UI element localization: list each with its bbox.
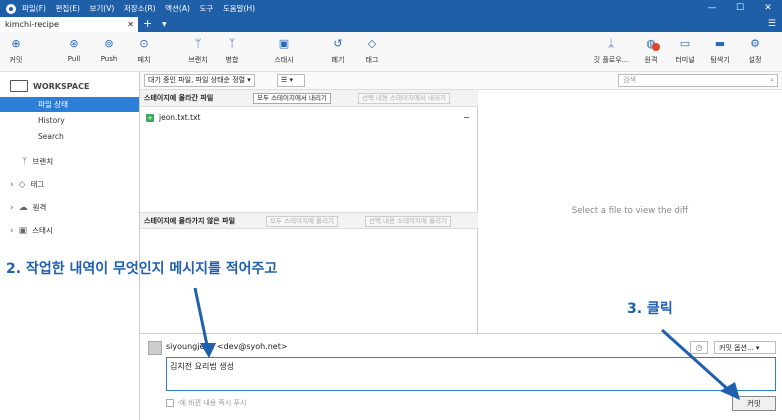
unstage-all-button[interactable]: 모두 스테이지에서 내리기 <box>253 93 331 104</box>
explorer-toolbar-button[interactable]: ▬ 탐색기 <box>700 37 740 65</box>
monitor-icon <box>10 80 28 92</box>
hamburger-menu-icon[interactable]: ☰ <box>768 17 776 32</box>
gitflow-toolbar-button[interactable]: ᛦ깃 플로우... <box>588 37 634 65</box>
gitflow-icon: ᛦ <box>607 37 615 50</box>
tab-kimchi-recipe[interactable]: kimchi-recipe ✕ <box>0 17 138 32</box>
unstaged-title: 스테이지에 올라가지 않은 파일 <box>144 217 236 225</box>
sidebar: WORKSPACE 파일 상태 History Search ᛘ 브랜치 › ◇ 태그… <box>0 72 140 420</box>
remote-badge-icon <box>652 43 660 51</box>
menu-tools[interactable]: 도구 <box>199 4 213 13</box>
push-immediately-checkbox[interactable]: -에 바뀐 내용 즉시 푸시 <box>166 398 246 408</box>
annotation-step2: 2. 작업한 내역이 무엇인지 메시지를 적어주고 <box>6 261 278 277</box>
sidebar-group-stashes[interactable]: › ▣ 스태시 <box>10 225 53 236</box>
sidebar-group-tags[interactable]: › ◇ 태그 <box>10 179 44 190</box>
branch-icon: ᛘ <box>194 37 202 50</box>
stash-icon: ▣ <box>278 37 290 50</box>
tag-icon: ◇ <box>18 179 26 190</box>
stash-toolbar-button[interactable]: ▣ 스태시 <box>264 37 304 65</box>
workspace-header: WORKSPACE <box>10 80 89 92</box>
search-icon: ⌕ <box>770 76 774 84</box>
stash-icon: ▣ <box>18 225 28 236</box>
added-file-icon: + <box>146 113 154 122</box>
discard-icon: ↺ <box>333 37 343 50</box>
staged-file-row[interactable]: + jeon.txt.txt − <box>146 113 470 122</box>
push-icon: ⊚ <box>104 37 114 50</box>
chevron-right-icon: › <box>10 202 14 213</box>
cloud-icon: ☁ <box>18 202 28 213</box>
commit-icon: ⊕ <box>11 37 21 50</box>
chevron-right-icon: › <box>10 179 14 190</box>
tab-bar: kimchi-recipe ✕ + ▼ ☰ <box>0 17 782 32</box>
new-tab-button[interactable]: + <box>143 17 152 31</box>
remote-icon: ◍ <box>644 37 660 51</box>
staging-pane: 스테이지에 올라간 파일 모두 스테이지에서 내리기 선택 내용 스테이지에서 … <box>140 90 478 333</box>
terminal-toolbar-button[interactable]: ▭ 터미널 <box>665 37 705 65</box>
sidebar-item-history[interactable]: History <box>0 113 139 128</box>
tab-dropdown-icon[interactable]: ▼ <box>162 17 167 32</box>
diff-view: Select a file to view the diff <box>571 206 689 216</box>
branch-icon: ᛘ <box>22 156 28 167</box>
push-toolbar-button[interactable]: ⊚ Push <box>89 37 129 63</box>
chevron-right-icon: › <box>10 225 14 236</box>
filter-bar: 대기 중인 파일, 파일 상태순 정렬 ▾ ☰ ▾ 검색 ⌕ <box>140 72 782 90</box>
checkbox-icon <box>166 399 174 407</box>
file-filter-select[interactable]: 대기 중인 파일, 파일 상태순 정렬 ▾ <box>144 74 255 87</box>
stage-selected-button[interactable]: 선택 내용 스테이지에 올리기 <box>365 216 451 227</box>
menu-repository[interactable]: 저장소(R) <box>124 4 156 13</box>
menu-actions[interactable]: 액션(A) <box>165 4 190 13</box>
toolbar: ⊕ 커밋 ⊛ Pull ⊚ Push ⊙ 패치 ᛘ 브랜치 ᛉ 병합 ▣ 스태시 ↺ 폐기 ◇ 태… <box>0 32 782 72</box>
merge-toolbar-button[interactable]: ᛉ 병합 <box>212 37 252 65</box>
sourcetree-logo-icon <box>6 3 16 14</box>
terminal-icon: ▭ <box>679 37 691 50</box>
unstage-selected-button[interactable]: 선택 내용 스테이지에서 내리기 <box>358 93 450 104</box>
pull-toolbar-button[interactable]: ⊛ Pull <box>54 37 94 63</box>
commit-author: siyoungjeon <dev@syoh.net> <box>166 342 288 351</box>
minimize-button[interactable]: — <box>698 0 726 17</box>
commit-toolbar-button[interactable]: ⊕ 커밋 <box>0 37 36 65</box>
settings-toolbar-button[interactable]: ⚙ 설정 <box>735 37 775 65</box>
sidebar-item-search[interactable]: Search <box>0 129 139 144</box>
search-input[interactable]: 검색 ⌕ <box>618 74 778 87</box>
view-mode-select[interactable]: ☰ ▾ <box>277 74 305 87</box>
tab-label: kimchi-recipe <box>5 20 59 29</box>
commit-panel: siyoungjeon <dev@syoh.net> ◷ 커밋 옵션... ▾ … <box>140 333 782 420</box>
clock-icon[interactable]: ◷ <box>690 341 708 354</box>
annotation-step3: 3. 클릭 <box>627 301 673 317</box>
staged-header: 스테이지에 올라간 파일 모두 스테이지에서 내리기 선택 내용 스테이지에서 … <box>140 90 478 107</box>
menu-view[interactable]: 보기(V) <box>89 4 114 13</box>
title-bar: 파일(F) 편집(E) 보기(V) 저장소(R) 액션(A) 도구 도움말(H)… <box>0 0 782 17</box>
fetch-toolbar-button[interactable]: ⊙ 패치 <box>124 37 164 65</box>
menu-file[interactable]: 파일(F) <box>22 4 46 13</box>
sidebar-group-branches[interactable]: ᛘ 브랜치 <box>22 156 53 167</box>
avatar <box>148 341 162 355</box>
commit-options-select[interactable]: 커밋 옵션... ▾ <box>714 341 776 354</box>
staged-file-name: jeon.txt.txt <box>159 113 201 122</box>
menu-bar: 파일(F) 편집(E) 보기(V) 저장소(R) 액션(A) 도구 도움말(H) <box>22 3 262 14</box>
pull-icon: ⊛ <box>69 37 79 50</box>
maximize-button[interactable]: ☐ <box>726 0 754 17</box>
unstage-file-icon[interactable]: − <box>463 113 470 122</box>
close-window-button[interactable]: ✕ <box>754 0 782 17</box>
stage-all-button[interactable]: 모두 스테이지에 올리기 <box>266 216 338 227</box>
fetch-icon: ⊙ <box>139 37 149 50</box>
sidebar-item-file-status[interactable]: 파일 상태 <box>0 97 139 112</box>
tag-icon: ◇ <box>367 37 377 50</box>
gear-icon: ⚙ <box>750 37 760 50</box>
menu-edit[interactable]: 편집(E) <box>56 4 80 13</box>
tag-toolbar-button[interactable]: ◇ 태그 <box>352 37 392 65</box>
commit-message-field[interactable]: 김치전 요리법 생성 <box>166 357 776 391</box>
unstaged-header: 스테이지에 올라가지 않은 파일 모두 스테이지에 올리기 선택 내용 스테이지… <box>140 212 478 229</box>
sidebar-group-remotes[interactable]: › ☁ 원격 <box>10 202 46 213</box>
menu-help[interactable]: 도움말(H) <box>223 4 255 13</box>
merge-icon: ᛉ <box>228 37 236 50</box>
tab-close-icon[interactable]: ✕ <box>127 17 134 32</box>
staged-title: 스테이지에 올라간 파일 <box>144 94 214 102</box>
folder-icon: ▬ <box>714 37 726 50</box>
commit-button[interactable]: 커밋 <box>732 396 776 411</box>
